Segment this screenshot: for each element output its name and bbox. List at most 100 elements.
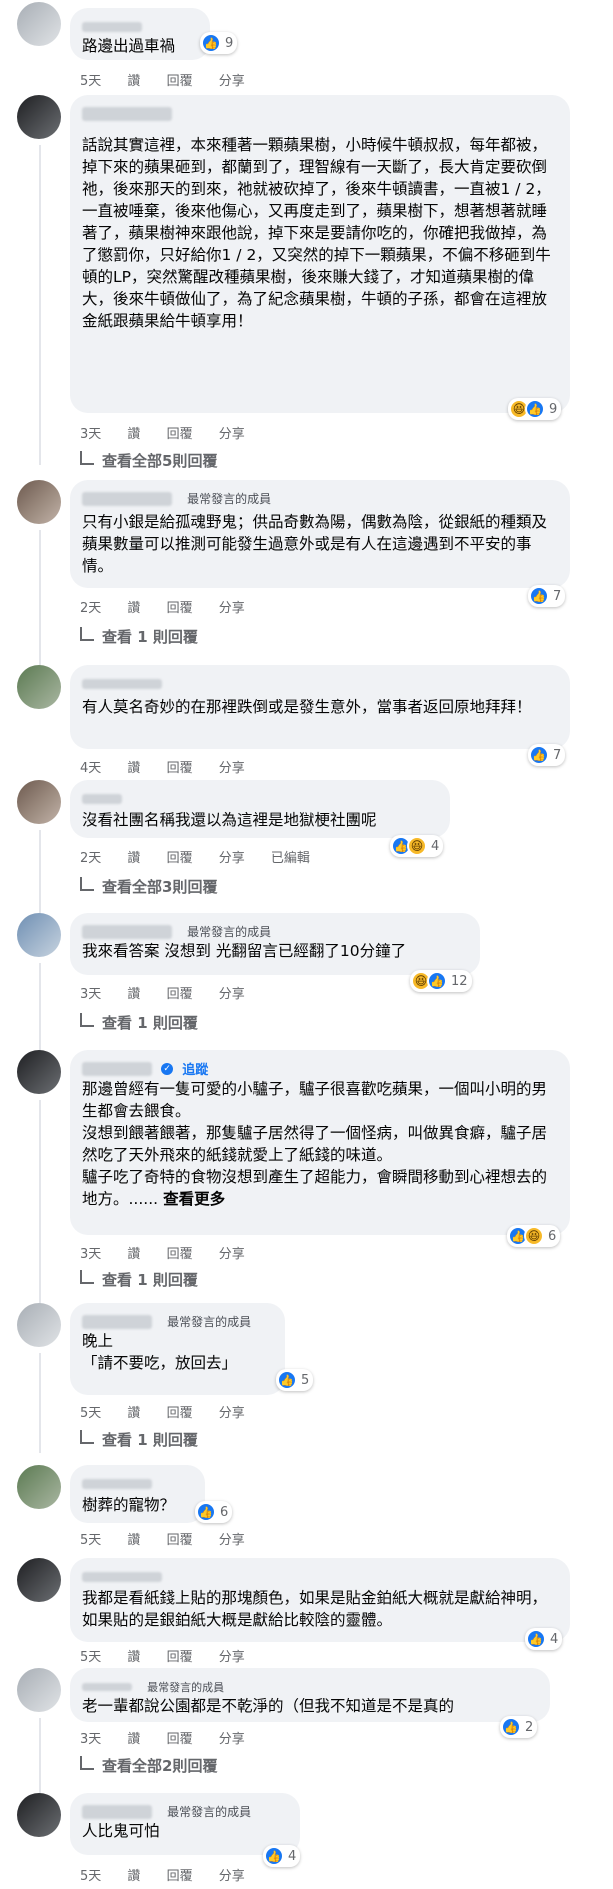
like-button[interactable]: 讚 xyxy=(127,601,140,616)
reaction-count[interactable]: 👍 6 xyxy=(195,1501,233,1523)
reply-button[interactable]: 回覆 xyxy=(167,987,193,1002)
avatar[interactable] xyxy=(17,480,61,524)
view-replies-link[interactable]: 查看全部2則回覆 xyxy=(80,1755,217,1776)
like-button[interactable]: 讚 xyxy=(127,74,140,89)
view-replies-link[interactable]: 查看全部5則回覆 xyxy=(80,450,217,471)
reply-button[interactable]: 回覆 xyxy=(167,1732,193,1747)
author-name[interactable] xyxy=(82,924,172,939)
avatar[interactable] xyxy=(17,95,61,139)
avatar[interactable] xyxy=(17,1465,61,1509)
like-button[interactable]: 讚 xyxy=(127,987,140,1002)
author-name[interactable] xyxy=(82,491,172,506)
share-button[interactable]: 分享 xyxy=(219,1650,245,1665)
reaction-count[interactable]: 👍 5 xyxy=(276,1369,314,1391)
share-button[interactable]: 分享 xyxy=(219,601,245,616)
reply-button[interactable]: 回覆 xyxy=(167,601,193,616)
reply-button[interactable]: 回覆 xyxy=(167,427,193,442)
comment-actions: 5天 讚 回覆 分享 xyxy=(80,1865,267,1884)
author-name[interactable] xyxy=(82,106,172,121)
reply-button[interactable]: 回覆 xyxy=(167,1406,193,1421)
timestamp[interactable]: 3天 xyxy=(80,1732,101,1747)
comment-actions: 2天 讚 回覆 分享 已編輯 xyxy=(80,847,332,866)
timestamp[interactable]: 5天 xyxy=(80,1650,101,1665)
view-replies-link[interactable]: 查看 1 則回覆 xyxy=(80,626,198,647)
like-button[interactable]: 讚 xyxy=(127,1533,140,1548)
timestamp[interactable]: 4天 xyxy=(80,761,101,776)
reply-button[interactable]: 回覆 xyxy=(167,1533,193,1548)
like-reaction-icon: 👍 xyxy=(526,1629,546,1649)
avatar[interactable] xyxy=(17,1558,61,1602)
timestamp[interactable]: 5天 xyxy=(80,1869,101,1884)
author-name[interactable] xyxy=(82,1571,162,1582)
like-button[interactable]: 讚 xyxy=(127,1650,140,1665)
view-replies-link[interactable]: 查看 1 則回覆 xyxy=(80,1012,198,1033)
share-button[interactable]: 分享 xyxy=(219,851,245,866)
comment-bubble: 最常發言的成員 人比鬼可怕 xyxy=(70,1793,300,1855)
timestamp[interactable]: 5天 xyxy=(80,74,101,89)
reply-button[interactable]: 回覆 xyxy=(167,1869,193,1884)
reaction-count[interactable]: 👍 2 xyxy=(500,1716,538,1738)
share-button[interactable]: 分享 xyxy=(219,1869,245,1884)
like-button[interactable]: 讚 xyxy=(127,1869,140,1884)
share-button[interactable]: 分享 xyxy=(219,1732,245,1747)
like-button[interactable]: 讚 xyxy=(127,1406,140,1421)
reaction-count[interactable]: 👍 9 xyxy=(200,32,238,54)
view-replies-link[interactable]: 查看 1 則回覆 xyxy=(80,1429,198,1450)
timestamp[interactable]: 3天 xyxy=(80,987,101,1002)
reply-button[interactable]: 回覆 xyxy=(167,761,193,776)
comment-bubble: 最常發言的成員 老一輩都說公園都是不乾淨的（但我不知道是不是真的 xyxy=(70,1668,550,1722)
avatar[interactable] xyxy=(17,2,61,46)
view-replies-link[interactable]: 查看全部3則回覆 xyxy=(80,876,217,897)
reaction-count[interactable]: 👍 😆 6 xyxy=(507,1225,561,1247)
share-button[interactable]: 分享 xyxy=(219,1247,245,1262)
author-name[interactable] xyxy=(82,1314,152,1329)
see-more-link[interactable]: 查看更多 xyxy=(163,1190,225,1208)
comment-text: 有人莫名奇妙的在那裡跌倒或是發生意外，當事者返回原地拜拜！ xyxy=(82,698,532,716)
timestamp[interactable]: 3天 xyxy=(80,1247,101,1262)
author-name[interactable] xyxy=(82,1478,152,1489)
share-button[interactable]: 分享 xyxy=(219,1533,245,1548)
timestamp[interactable]: 5天 xyxy=(80,1533,101,1548)
like-button[interactable]: 讚 xyxy=(127,427,140,442)
share-button[interactable]: 分享 xyxy=(219,761,245,776)
timestamp[interactable]: 2天 xyxy=(80,851,101,866)
avatar[interactable] xyxy=(17,1793,61,1837)
author-name[interactable] xyxy=(82,1061,152,1076)
author-name[interactable] xyxy=(82,1804,152,1819)
share-button[interactable]: 分享 xyxy=(219,1406,245,1421)
member-badge: 最常發言的成員 xyxy=(187,925,272,939)
reaction-count[interactable]: 👍 😆 4 xyxy=(390,835,444,857)
reaction-count[interactable]: 😆 👍 12 xyxy=(410,970,472,992)
reaction-count[interactable]: 👍 4 xyxy=(263,1845,301,1867)
like-button[interactable]: 讚 xyxy=(127,851,140,866)
avatar[interactable] xyxy=(17,665,61,709)
reaction-count[interactable]: 👍 4 xyxy=(525,1628,563,1650)
reply-button[interactable]: 回覆 xyxy=(167,1650,193,1665)
author-name[interactable] xyxy=(82,678,162,689)
like-button[interactable]: 讚 xyxy=(127,1732,140,1747)
reaction-count[interactable]: 👍 7 xyxy=(528,744,566,766)
reaction-count[interactable]: 😆 👍 9 xyxy=(508,398,562,420)
author-name[interactable] xyxy=(82,793,122,804)
timestamp[interactable]: 2天 xyxy=(80,601,101,616)
timestamp[interactable]: 5天 xyxy=(80,1406,101,1421)
like-button[interactable]: 讚 xyxy=(127,1247,140,1262)
like-button[interactable]: 讚 xyxy=(127,761,140,776)
author-name[interactable] xyxy=(82,1682,132,1691)
author-name[interactable] xyxy=(82,21,142,32)
avatar[interactable] xyxy=(17,780,61,824)
share-button[interactable]: 分享 xyxy=(219,987,245,1002)
timestamp[interactable]: 3天 xyxy=(80,427,101,442)
share-button[interactable]: 分享 xyxy=(219,427,245,442)
avatar[interactable] xyxy=(17,1668,61,1712)
reply-button[interactable]: 回覆 xyxy=(167,1247,193,1262)
avatar[interactable] xyxy=(17,1050,61,1094)
avatar[interactable] xyxy=(17,1303,61,1347)
reaction-count[interactable]: 👍 7 xyxy=(528,585,566,607)
reply-button[interactable]: 回覆 xyxy=(167,851,193,866)
avatar[interactable] xyxy=(17,913,61,957)
follow-button[interactable]: 追蹤 xyxy=(182,1063,208,1078)
reply-button[interactable]: 回覆 xyxy=(167,74,193,89)
share-button[interactable]: 分享 xyxy=(219,74,245,89)
view-replies-link[interactable]: 查看 1 則回覆 xyxy=(80,1269,198,1290)
